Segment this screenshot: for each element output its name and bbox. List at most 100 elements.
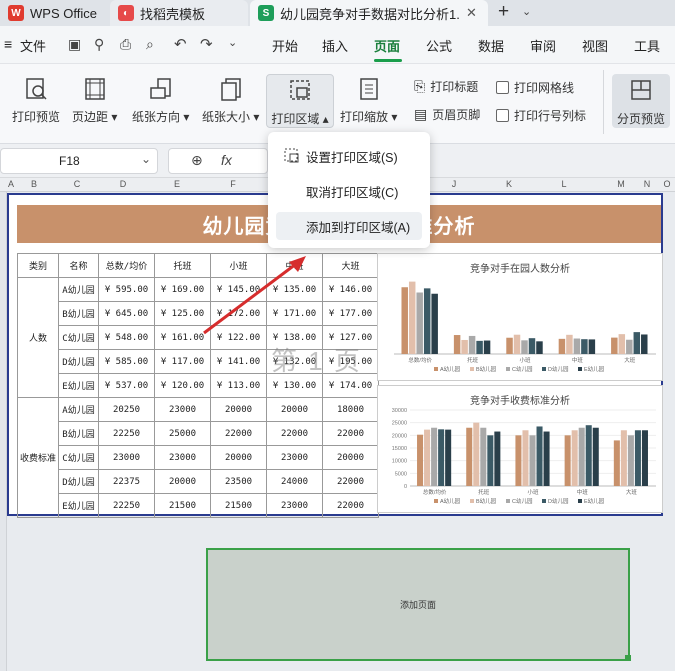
margins-button[interactable]: 页边距 ▾ — [72, 76, 117, 125]
table-cell[interactable]: 22000 — [322, 421, 380, 446]
print-title-button[interactable]: ⎘ 打印标题 — [414, 78, 478, 95]
table-cell[interactable]: ¥ 120.00 — [154, 373, 212, 398]
table-cell[interactable]: 20000 — [210, 397, 268, 422]
formula-input[interactable]: ⊕ fx — [168, 148, 268, 174]
column-header-b[interactable]: B — [29, 179, 39, 189]
column-header-l[interactable]: L — [559, 179, 569, 189]
menu-start[interactable]: 开始 — [272, 36, 298, 55]
table-cell[interactable]: ¥ 122.00 — [210, 325, 268, 350]
table-header-cell[interactable]: 托班 — [154, 253, 212, 278]
table-cell[interactable]: 22250 — [98, 421, 156, 446]
orientation-button[interactable]: 纸张方向 ▾ — [132, 76, 189, 125]
column-header-m[interactable]: M — [616, 179, 626, 189]
table-cell[interactable]: ¥ 141.00 — [210, 349, 268, 374]
menu-page[interactable]: 页面 — [374, 36, 400, 55]
table-cell[interactable]: ¥ 595.00 — [98, 277, 156, 302]
table-cell[interactable]: 21500 — [154, 493, 212, 518]
save-icon[interactable]: ▣ — [68, 36, 81, 53]
print-scale-button[interactable]: 打印缩放 ▾ — [340, 76, 397, 125]
table-name-cell[interactable]: D幼儿园 — [58, 469, 100, 494]
zoom-icon[interactable]: ⊕ — [191, 152, 203, 169]
menu-formula[interactable]: 公式 — [426, 36, 452, 55]
print-gridlines-checkbox[interactable]: 打印网格线 — [496, 79, 574, 96]
table-cell[interactable]: ¥ 169.00 — [154, 277, 212, 302]
print-area-button[interactable]: 打印区域 ▴ — [266, 74, 334, 128]
new-tab-icon[interactable]: + — [498, 1, 509, 23]
column-header-o[interactable]: O — [662, 179, 672, 189]
table-cell[interactable]: 23000 — [154, 445, 212, 470]
table-name-cell[interactable]: C幼儿园 — [58, 445, 100, 470]
redo-icon[interactable]: ↷ — [200, 35, 213, 53]
table-group-cell[interactable]: 人数 — [16, 277, 60, 398]
table-name-cell[interactable]: C幼儿园 — [58, 325, 100, 350]
function-icon[interactable]: fx — [221, 152, 232, 168]
table-cell[interactable]: 22000 — [322, 493, 380, 518]
table-cell[interactable]: ¥ 585.00 — [98, 349, 156, 374]
table-cell[interactable]: 23000 — [266, 493, 324, 518]
print-preview-button[interactable]: 打印预览 — [12, 76, 60, 125]
tab-active-workbook[interactable]: S 幼儿园竞争对手数据对比分析1.xlsx ✕ — [250, 0, 488, 26]
table-cell[interactable]: 20000 — [266, 397, 324, 422]
table-header-cell[interactable]: 类别 — [16, 253, 60, 278]
menu-file[interactable]: 文件 — [20, 36, 46, 55]
table-name-cell[interactable]: D幼儿园 — [58, 349, 100, 374]
table-cell[interactable]: 22000 — [210, 421, 268, 446]
table-cell[interactable]: ¥ 113.00 — [210, 373, 268, 398]
table-header-cell[interactable]: 名称 — [58, 253, 100, 278]
table-cell[interactable]: 22000 — [322, 469, 380, 494]
tab-template[interactable]: ◐ 找稻壳模板 — [110, 0, 248, 26]
table-cell[interactable]: ¥ 172.00 — [210, 301, 268, 326]
table-cell[interactable]: 20000 — [322, 445, 380, 470]
table-name-cell[interactable]: A幼儿园 — [58, 277, 100, 302]
print-preview-icon[interactable]: ⌕ — [146, 36, 154, 53]
table-name-cell[interactable]: B幼儿园 — [58, 301, 100, 326]
menu-insert[interactable]: 插入 — [322, 36, 348, 55]
close-tab-icon[interactable]: ✕ — [466, 5, 477, 21]
tab-wps-office[interactable]: W WPS Office — [0, 0, 110, 26]
menu-view[interactable]: 视图 — [582, 36, 608, 55]
column-header-k[interactable]: K — [504, 179, 514, 189]
table-cell[interactable]: ¥ 146.00 — [322, 277, 380, 302]
table-cell[interactable]: ¥ 117.00 — [154, 349, 212, 374]
table-cell[interactable]: ¥ 177.00 — [322, 301, 380, 326]
print-rowcol-checkbox[interactable]: 打印行号列标 — [496, 107, 586, 124]
table-cell[interactable]: 24000 — [266, 469, 324, 494]
table-header-cell[interactable]: 总数/均价 — [98, 253, 156, 278]
column-header-a[interactable]: A — [6, 179, 16, 189]
menu-tools[interactable]: 工具 — [634, 36, 660, 55]
table-cell[interactable]: 23500 — [210, 469, 268, 494]
table-cell[interactable]: 23000 — [266, 445, 324, 470]
undo-icon[interactable]: ↶ — [174, 35, 187, 53]
add-to-print-area-item[interactable]: 添加到打印区域(A) — [276, 212, 422, 240]
chevron-down-icon[interactable]: ⌄ — [522, 5, 531, 18]
table-cell[interactable]: 20250 — [98, 397, 156, 422]
column-header-f[interactable]: F — [228, 179, 238, 189]
table-cell[interactable]: 21500 — [210, 493, 268, 518]
table-header-cell[interactable]: 中班 — [266, 253, 324, 278]
menu-review[interactable]: 审阅 — [530, 36, 556, 55]
column-header-e[interactable]: E — [172, 179, 182, 189]
resize-handle[interactable] — [625, 655, 631, 661]
hamburger-icon[interactable]: ≡ — [4, 36, 12, 52]
table-name-cell[interactable]: E幼儿园 — [58, 373, 100, 398]
table-header-cell[interactable]: 小班 — [210, 253, 268, 278]
table-cell[interactable]: 20000 — [154, 469, 212, 494]
table-cell[interactable]: ¥ 135.00 — [266, 277, 324, 302]
table-cell[interactable]: 23000 — [154, 397, 212, 422]
column-header-c[interactable]: C — [72, 179, 82, 189]
table-cell[interactable]: ¥ 548.00 — [98, 325, 156, 350]
cancel-print-area-item[interactable]: 取消打印区域(C) — [276, 177, 422, 205]
table-cell[interactable]: 22250 — [98, 493, 156, 518]
table-name-cell[interactable]: A幼儿园 — [58, 397, 100, 422]
table-group-cell[interactable]: 收费标准 — [16, 397, 60, 518]
table-cell[interactable]: 25000 — [154, 421, 212, 446]
table-cell[interactable]: 23000 — [98, 445, 156, 470]
table-cell[interactable]: 22000 — [266, 421, 324, 446]
name-box[interactable]: F18 ⌄ — [0, 148, 158, 174]
set-print-area-item[interactable]: 设置打印区域(S) — [276, 142, 422, 170]
table-cell[interactable]: ¥ 161.00 — [154, 325, 212, 350]
table-cell[interactable]: 22375 — [98, 469, 156, 494]
column-header-j[interactable]: J — [449, 179, 459, 189]
menu-data[interactable]: 数据 — [478, 36, 504, 55]
table-cell[interactable]: ¥ 645.00 — [98, 301, 156, 326]
